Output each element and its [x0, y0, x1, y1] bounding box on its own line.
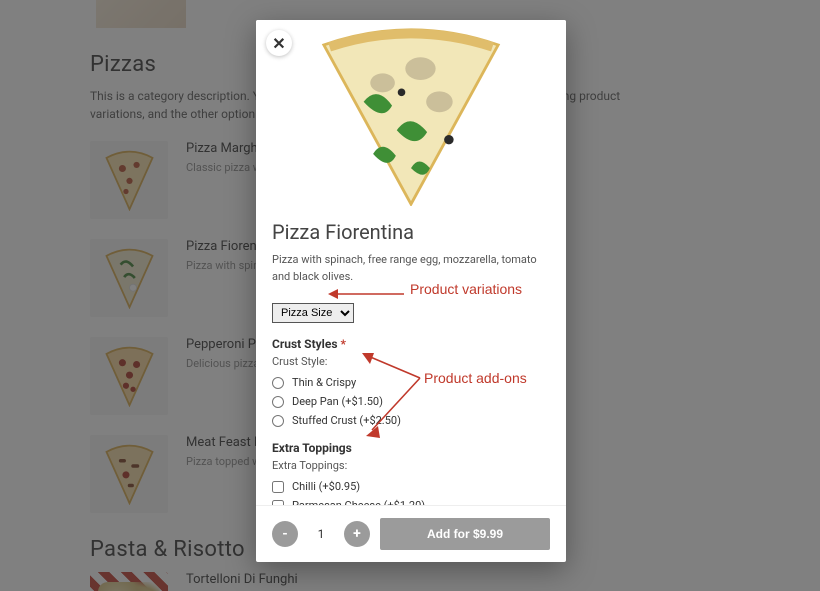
- minus-icon: -: [282, 526, 288, 542]
- crust-styles-heading: Crust Styles *: [272, 337, 550, 351]
- close-button[interactable]: ✕: [266, 30, 292, 56]
- quantity-decrease-button[interactable]: -: [272, 521, 298, 547]
- quantity-value: 1: [308, 527, 334, 541]
- extra-toppings-label: Extra Toppings:: [272, 459, 550, 472]
- product-title: Pizza Fiorentina: [272, 220, 550, 244]
- crust-radio[interactable]: [272, 377, 284, 389]
- close-icon: ✕: [272, 34, 285, 53]
- annotation-label-variations: Product variations: [410, 281, 522, 297]
- extra-toppings-heading: Extra Toppings: [272, 441, 550, 455]
- plus-icon: +: [353, 526, 361, 542]
- crust-option-stuffed[interactable]: Stuffed Crust (+$2.50): [272, 414, 550, 427]
- crust-style-label: Crust Style:: [272, 355, 550, 368]
- required-indicator: *: [340, 337, 345, 351]
- topping-option-chilli[interactable]: Chilli (+$0.95): [272, 480, 550, 493]
- annotation-label-addons: Product add-ons: [424, 370, 527, 386]
- crust-radio[interactable]: [272, 396, 284, 408]
- crust-option-deep-pan[interactable]: Deep Pan (+$1.50): [272, 395, 550, 408]
- crust-option-label: Stuffed Crust (+$2.50): [292, 414, 401, 427]
- topping-option-label: Chilli (+$0.95): [292, 480, 360, 493]
- crust-option-label: Deep Pan (+$1.50): [292, 395, 383, 408]
- product-hero-image: [256, 20, 566, 206]
- add-to-cart-button[interactable]: Add for $9.99: [380, 518, 550, 550]
- crust-radio[interactable]: [272, 415, 284, 427]
- crust-option-label: Thin & Crispy: [292, 376, 356, 389]
- topping-checkbox[interactable]: [272, 481, 284, 493]
- quantity-increase-button[interactable]: +: [344, 521, 370, 547]
- pizza-size-select[interactable]: Pizza Size: [272, 303, 354, 323]
